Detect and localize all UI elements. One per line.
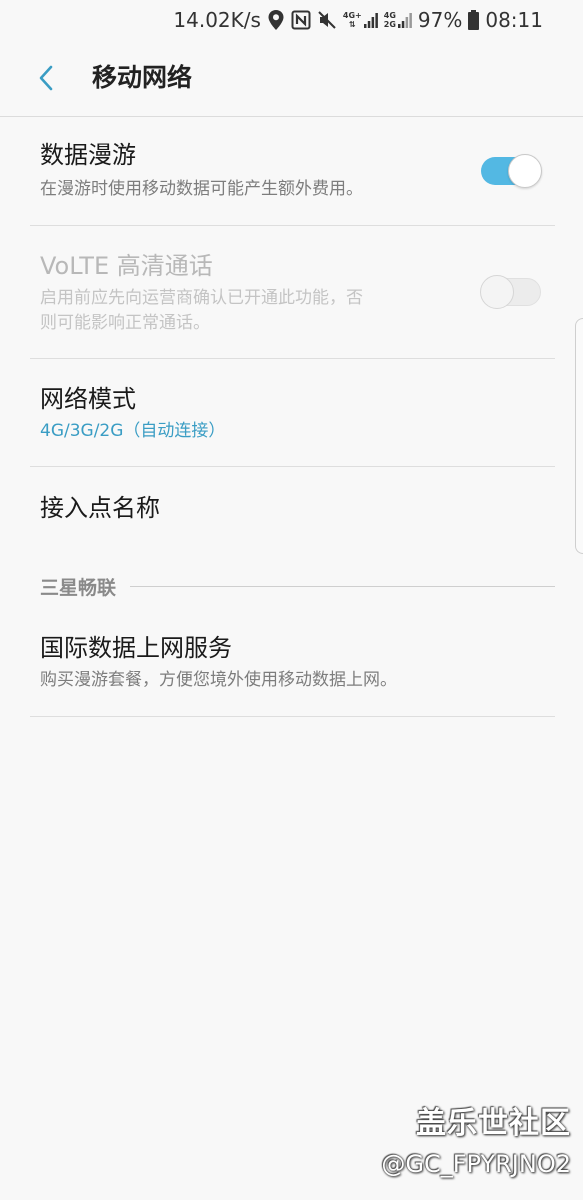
network-2-bottom-label: 2G [383,20,396,29]
apn-title: 接入点名称 [40,494,160,522]
app-header: 移动网络 [0,40,583,117]
battery-icon [468,10,480,30]
network-2-top-label: 4G [383,11,396,20]
apn-row[interactable]: 接入点名称 [30,467,555,557]
network-1-label: 4G+ [342,11,362,20]
nfc-icon [291,10,311,30]
network-mode-value: 4G/3G/2G（自动连接） [40,421,226,441]
signal-1-icon [363,13,378,28]
network-speed: 14.02K/s [173,8,261,32]
volte-row[interactable]: VoLTE 高清通话 启用前应先向运营商确认已开通此功能，否 则可能影响正常通话… [30,226,555,359]
volte-title: VoLTE 高清通话 [40,252,213,280]
international-data-title: 国际数据上网服务 [40,634,232,662]
watermark-user: @GC_FPYRJNO2 [381,1150,571,1178]
data-roaming-title: 数据漫游 [40,141,136,169]
volte-subtitle-line1: 启用前应先向运营商确认已开通此功能，否 [40,288,363,308]
section-header: 三星畅联 [40,572,555,600]
back-button[interactable] [28,60,64,96]
battery-percent: 97% [417,8,463,32]
chevron-left-icon [39,65,53,91]
volte-subtitle-line2: 则可能影响正常通话。 [40,313,210,333]
watermark-brand: 盖乐世社区 [416,1106,571,1141]
signal-2-icon [397,13,412,28]
status-bar-right: 14.02K/s 4G+ ⇅ 4G 2G 97% 08:11 [173,6,543,34]
section-divider [130,585,555,587]
data-roaming-row[interactable]: 数据漫游 在漫游时使用移动数据可能产生额外费用。 [30,117,555,226]
volte-toggle[interactable] [480,275,541,309]
network-1-indicator: 4G+ ⇅ [343,11,378,29]
data-roaming-toggle[interactable] [481,154,542,188]
clock: 08:11 [485,8,543,32]
network-mode-row[interactable]: 网络模式 4G/3G/2G（自动连接） [30,359,555,467]
international-data-subtitle: 购买漫游套餐，方便您境外使用移动数据上网。 [40,670,397,690]
network-mode-title: 网络模式 [40,385,136,413]
data-roaming-subtitle: 在漫游时使用移动数据可能产生额外费用。 [40,179,363,199]
international-data-row[interactable]: 国际数据上网服务 购买漫游套餐，方便您境外使用移动数据上网。 [30,610,555,717]
toggle-knob [508,154,542,188]
edge-panel-handle[interactable] [575,318,583,554]
section-title: 三星畅联 [40,576,117,599]
data-arrows-icon: ⇅ [348,20,356,29]
status-bar: 14.02K/s 4G+ ⇅ 4G 2G 97% 08:11 [0,0,583,40]
mute-icon [317,10,337,30]
location-icon [267,9,285,31]
toggle-knob [480,275,514,309]
page-title: 移动网络 [92,63,193,92]
network-2-indicator: 4G 2G [384,11,412,29]
